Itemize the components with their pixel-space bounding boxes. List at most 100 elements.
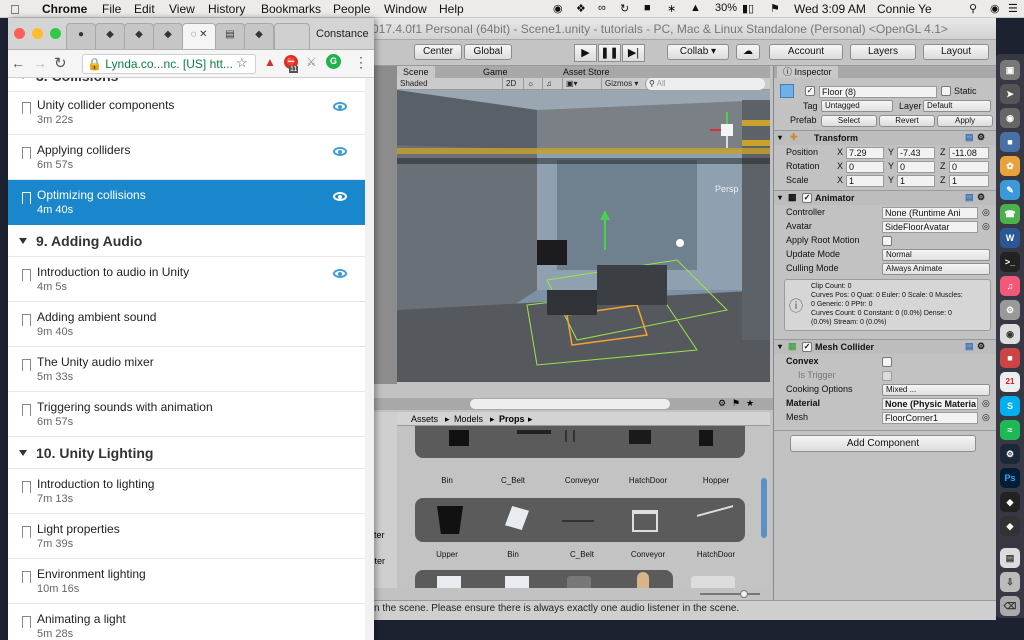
component-settings-gear-icon[interactable]: ⚙ — [977, 341, 985, 352]
lesson-item[interactable]: Light properties 7m 39s — [8, 514, 365, 559]
lesson-item[interactable]: The Unity audio mixer 5m 33s — [8, 347, 365, 392]
profile-name[interactable]: Constance — [316, 28, 369, 40]
scale-y-field[interactable]: 1 — [897, 175, 935, 187]
update-mode-dropdown[interactable]: Normal — [882, 249, 990, 261]
breadcrumb-models[interactable]: Models — [454, 414, 483, 424]
controller-field[interactable]: None (Runtime Ani — [882, 207, 978, 219]
folder-icon[interactable] — [691, 576, 735, 588]
dock-skype-icon[interactable]: S — [1000, 396, 1020, 416]
dock-document-icon[interactable]: ▤ — [1000, 548, 1020, 568]
bookmark-icon[interactable] — [22, 481, 31, 493]
object-picker-icon[interactable]: ◎ — [982, 398, 990, 409]
active-checkbox[interactable]: ✓ — [805, 86, 815, 96]
dock-facetime-icon[interactable]: ☎ — [1000, 204, 1020, 224]
shading-mode-dropdown[interactable]: Shaded — [397, 78, 491, 90]
browser-tab[interactable]: ◆ — [244, 23, 274, 49]
close-window-button[interactable] — [14, 28, 25, 39]
menu-window[interactable]: Window — [384, 2, 427, 16]
lighting-toggle-icon[interactable]: ☼ — [523, 78, 537, 90]
siri-icon[interactable]: ◉ — [990, 2, 1000, 15]
breadcrumb-assets[interactable]: Assets — [411, 414, 438, 424]
creative-cloud-icon[interactable]: ∞ — [598, 2, 606, 14]
lesson-item-active[interactable]: Optimizing collisions 4m 40s — [8, 180, 365, 225]
collab-button[interactable]: Collab ▾ — [667, 44, 729, 60]
reload-icon[interactable]: ↻ — [54, 54, 67, 72]
address-bar[interactable]: 🔒 Lynda.co...nc. [US] htt... — [82, 54, 256, 74]
asset-thumb-bin[interactable] — [449, 430, 469, 446]
dock-unity-icon[interactable]: ◆ — [1000, 492, 1020, 512]
extension-icon[interactable]: ▲ — [264, 55, 276, 69]
help-icon[interactable]: ▤ — [965, 192, 974, 203]
asset-thumb-conveyor[interactable] — [565, 430, 575, 442]
scene-search-input[interactable]: ⚲ All — [645, 78, 765, 90]
asset-grid-scrollbar[interactable] — [761, 478, 767, 538]
effects-dropdown-icon[interactable]: ▣▾ — [562, 78, 581, 90]
global-local-button[interactable]: Global — [464, 44, 512, 60]
asset-thumb-cbelt[interactable] — [562, 520, 594, 522]
spotlight-icon[interactable]: ⚲ — [969, 2, 977, 15]
sync-icon[interactable]: ↻ — [620, 2, 629, 15]
animator-enabled-checkbox[interactable]: ✓ — [802, 193, 812, 203]
layout-dropdown[interactable]: Layout — [923, 44, 989, 60]
audio-toggle-icon[interactable]: ♫ — [542, 78, 555, 90]
zoom-window-button[interactable] — [50, 28, 61, 39]
bookmark-icon[interactable] — [22, 526, 31, 538]
dock-word-icon[interactable]: W — [1000, 228, 1020, 248]
asset-thumb-upper[interactable] — [437, 506, 463, 534]
help-icon[interactable]: ▤ — [965, 341, 974, 352]
close-tab-icon[interactable]: ✕ — [199, 29, 207, 40]
component-settings-gear-icon[interactable]: ⚙ — [977, 192, 985, 203]
status-icon[interactable]: ◉ — [553, 2, 563, 15]
battery-percent[interactable]: 30% — [715, 2, 737, 14]
browser-tab[interactable]: ▤ — [215, 23, 245, 49]
dock-messages-icon[interactable]: ✎ — [1000, 180, 1020, 200]
dock-photos-icon[interactable]: ✿ — [1000, 156, 1020, 176]
lesson-item[interactable]: Introduction to lighting 7m 13s — [8, 469, 365, 514]
app-menu[interactable]: Chrome — [42, 2, 87, 16]
position-x-field[interactable]: 7.29 — [846, 147, 884, 159]
lesson-item[interactable]: Introduction to audio in Unity 4m 5s — [8, 257, 365, 302]
browser-tab[interactable]: ◆ — [153, 23, 183, 49]
clock[interactable]: Wed 3:09 AM — [794, 2, 866, 16]
dock-app-icon[interactable]: ▣ — [1000, 60, 1020, 80]
favorite-star-icon[interactable]: ★ — [746, 398, 754, 409]
layers-dropdown[interactable]: Layers — [850, 44, 916, 60]
add-component-button[interactable]: Add Component — [790, 435, 976, 452]
component-settings-gear-icon[interactable]: ⚙ — [977, 132, 985, 143]
filter-label-icon[interactable]: ⚑ — [732, 398, 740, 409]
dock-steam-icon[interactable]: ⚙ — [1000, 444, 1020, 464]
vpn-icon[interactable]: ■ — [644, 2, 651, 14]
help-icon[interactable]: ▤ — [965, 132, 974, 143]
mesh-collider-header[interactable]: ▾ ▦ ✓ Mesh Collider ▤ ⚙ — [774, 339, 996, 354]
menu-bookmarks[interactable]: Bookmarks — [261, 2, 321, 16]
object-name-field[interactable]: Floor (8) — [819, 86, 937, 98]
rotation-y-field[interactable]: 0 — [897, 161, 935, 173]
lesson-item[interactable]: Unity collider components 3m 22s — [8, 90, 365, 135]
bluetooth-icon[interactable]: ∗ — [667, 2, 676, 15]
prefab-apply-button[interactable]: Apply — [937, 115, 993, 127]
tab-asset-store[interactable]: Asset Store — [557, 66, 616, 78]
menu-people[interactable]: People — [333, 2, 370, 16]
bookmark-icon[interactable] — [22, 192, 31, 204]
lesson-item[interactable]: Animating a light 5m 28s — [8, 604, 365, 640]
step-button[interactable]: ▶| — [622, 44, 645, 62]
flag-icon[interactable]: ⚑ — [770, 2, 780, 15]
gizmos-dropdown[interactable]: Gizmos ▾ — [601, 78, 641, 90]
browser-tab[interactable]: ◆ — [124, 23, 154, 49]
mesh-collider-enabled-checkbox[interactable]: ✓ — [802, 342, 812, 352]
play-button[interactable]: ▶ — [574, 44, 597, 62]
account-dropdown[interactable]: Account — [769, 44, 843, 60]
asset-thumb-cbelt[interactable] — [517, 430, 551, 434]
asset-thumb-hatchdoor[interactable] — [629, 430, 651, 444]
asset-thumb[interactable] — [437, 576, 461, 588]
tab-game[interactable]: Game — [477, 66, 514, 78]
lesson-item[interactable]: Environment lighting 10m 16s — [8, 559, 365, 604]
dock-unity-icon[interactable]: ◆ — [1000, 516, 1020, 536]
folder-tree-item[interactable]: ter — [374, 530, 385, 540]
asset-thumb-conveyor[interactable] — [632, 510, 658, 532]
dock-music-icon[interactable]: ♫ — [1000, 276, 1020, 296]
pivot-center-button[interactable]: Center — [414, 44, 462, 60]
convex-checkbox[interactable] — [882, 357, 892, 367]
status-bar-message[interactable]: n the scene. Please ensure there is alwa… — [370, 600, 996, 620]
menu-kebab-icon[interactable]: ⋮ — [354, 54, 368, 71]
